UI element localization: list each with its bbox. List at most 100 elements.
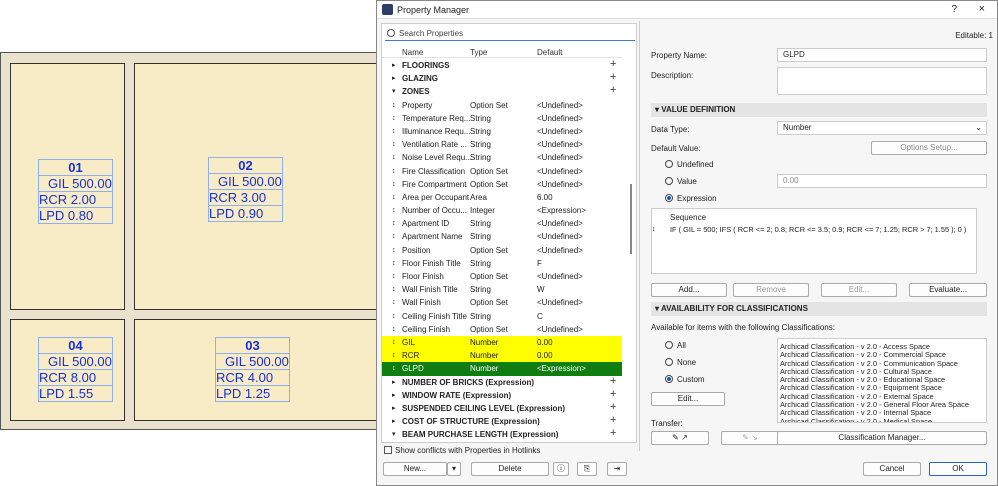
radio-circle[interactable] [665, 375, 673, 383]
property-name-field[interactable]: GLPD [777, 48, 987, 62]
property-row[interactable]: ↕ Fire Compartment Option Set <Undefined> [382, 178, 622, 191]
property-row[interactable]: ↕ Ventilation Rate ... String <Undefined> [382, 138, 622, 151]
drag-handle-icon[interactable]: ↕ [392, 310, 396, 323]
scrollbar[interactable] [626, 46, 636, 441]
data-type-select[interactable]: Number ⌄ [777, 121, 987, 135]
expand-arrow-icon[interactable]: ▸ [392, 389, 396, 402]
add-property-icon[interactable]: + [610, 84, 616, 97]
drag-handle-icon[interactable]: ↕ [392, 283, 396, 296]
edit-button[interactable]: Edit... [821, 283, 897, 297]
drag-handle-icon[interactable]: ↕ [392, 151, 396, 164]
new-dropdown-icon[interactable]: ▾ [447, 462, 461, 476]
drag-handle-icon[interactable]: ↕ [392, 362, 396, 375]
drag-handle-icon[interactable]: ↕ [392, 349, 396, 362]
add-property-icon[interactable]: + [610, 427, 616, 440]
add-property-icon[interactable]: + [610, 375, 616, 388]
drag-handle-icon[interactable]: ↕ [392, 191, 396, 204]
drag-handle-icon[interactable]: ↕ [392, 138, 396, 151]
group-row[interactable]: ▸ SUSPENDED CEILING LEVEL (Expression) + [382, 401, 622, 415]
group-row[interactable]: ▸ NUMBER OF BRICKS (Expression) + [382, 375, 622, 389]
property-row[interactable]: ↕ Ceiling Finish Option Set <Undefined> [382, 323, 622, 336]
show-conflicts-checkbox[interactable]: Show conflicts with Properties in Hotlin… [384, 446, 540, 455]
availability-header[interactable]: ▾ AVAILABILITY FOR CLASSIFICATIONS [651, 302, 987, 316]
group-row[interactable]: ▾ ZONES + [382, 84, 622, 98]
property-row[interactable]: ↕ Position Option Set <Undefined> [382, 244, 622, 257]
property-row[interactable]: ↕ Wall Finish Title String W [382, 283, 622, 296]
drag-handle-icon[interactable]: ↕ [392, 230, 396, 243]
drag-handle-icon[interactable]: ↕ [392, 112, 396, 125]
property-row[interactable]: ↕ Ceiling Finish Title String C [382, 310, 622, 323]
group-row[interactable]: ▸ GLAZING + [382, 71, 622, 85]
group-row[interactable]: ▸ WINDOW RATE (Expression) + [382, 388, 622, 402]
col-type[interactable]: Type [470, 48, 487, 57]
radio-circle[interactable] [665, 160, 673, 168]
col-default[interactable]: Default [537, 48, 562, 57]
value-radio[interactable]: Value [665, 177, 697, 186]
expand-arrow-icon[interactable]: ▸ [392, 72, 396, 85]
group-row[interactable]: ▸ COST OF STRUCTURE (Expression) + [382, 414, 622, 428]
property-row[interactable]: ↕ Illuminance Requ... String <Undefined> [382, 125, 622, 138]
add-property-icon[interactable]: + [610, 71, 616, 84]
drag-handle-icon[interactable]: ↕ [652, 224, 656, 236]
drag-handle-icon[interactable]: ↕ [392, 204, 396, 217]
expression-box[interactable]: Sequence ↕ IF ( GIL = 500; IFS ( RCR <= … [651, 208, 977, 274]
radio-circle[interactable] [665, 177, 673, 185]
search-input[interactable]: Search Properties [385, 27, 635, 41]
collapse-arrow-icon[interactable]: ▾ [392, 85, 396, 98]
property-row[interactable]: ↕ Floor Finish Option Set <Undefined> [382, 270, 622, 283]
expression-radio[interactable]: Expression [665, 194, 717, 203]
checkbox-box[interactable] [384, 446, 392, 454]
add-property-icon[interactable]: + [610, 414, 616, 427]
classification-edit-button[interactable]: Edit... [651, 392, 725, 406]
options-setup-button[interactable]: Options Setup... [871, 141, 987, 155]
value-definition-header[interactable]: ▾ VALUE DEFINITION [651, 103, 987, 117]
all-radio[interactable]: All [665, 341, 686, 350]
property-row[interactable]: ↕ GLPD Number <Expression> [382, 362, 622, 376]
property-row[interactable]: ↕ Floor Finish Title String F [382, 257, 622, 270]
drag-handle-icon[interactable]: ↕ [392, 99, 396, 112]
radio-circle[interactable] [665, 194, 673, 202]
property-row[interactable]: ↕ Wall Finish Option Set <Undefined> [382, 296, 622, 309]
classification-manager-button[interactable]: Classification Manager... [777, 431, 987, 445]
custom-radio[interactable]: Custom [665, 375, 705, 384]
expand-arrow-icon[interactable]: ▸ [392, 402, 396, 415]
zone-stamp-03[interactable]: 03 GIL 500.00 RCR 4.00 LPD 1.25 [215, 337, 290, 402]
zone-stamp-01[interactable]: 01 GIL 500.00 RCR 2.00 LPD 0.80 [38, 159, 113, 224]
info-icon[interactable]: ⓘ [553, 462, 569, 476]
description-field[interactable] [777, 67, 987, 95]
transfer-pick-icon[interactable]: ✎ ↗ [651, 431, 709, 445]
none-radio[interactable]: None [665, 358, 696, 367]
group-row[interactable]: ▸ FLOORINGS + [382, 58, 622, 72]
drag-handle-icon[interactable]: ↕ [392, 217, 396, 230]
drag-handle-icon[interactable]: ↕ [392, 296, 396, 309]
transfer-inject-icon[interactable]: ✎ ↘ [721, 431, 779, 445]
property-row[interactable]: ↕ Number of Occu... Integer <Expression> [382, 204, 622, 217]
value-field[interactable]: 0.00 [777, 174, 987, 188]
drag-handle-icon[interactable]: ↕ [392, 257, 396, 270]
evaluate-button[interactable]: Evaluate... [909, 283, 987, 297]
expression-text[interactable]: IF ( GIL = 500; IFS ( RCR <= 2; 0.8; RCR… [670, 224, 966, 236]
expand-arrow-icon[interactable]: ▸ [392, 59, 396, 72]
property-row[interactable]: ↕ RCR Number 0.00 [382, 349, 622, 363]
add-property-icon[interactable]: + [610, 388, 616, 401]
collapse-arrow-icon[interactable]: ▾ [392, 428, 396, 441]
drag-handle-icon[interactable]: ↕ [392, 336, 396, 349]
drag-handle-icon[interactable]: ↕ [392, 270, 396, 283]
add-button[interactable]: Add... [651, 283, 727, 297]
drag-handle-icon[interactable]: ↕ [392, 125, 396, 138]
import-icon[interactable]: ⎘ [577, 462, 597, 476]
property-row[interactable]: ↕ GIL Number 0.00 [382, 335, 622, 350]
cancel-button[interactable]: Cancel [863, 462, 921, 476]
scrollbar-thumb[interactable] [630, 184, 632, 254]
zone-stamp-02[interactable]: 02 GIL 500.00 RCR 3.00 LPD 0.90 [208, 157, 283, 222]
add-property-icon[interactable]: + [610, 58, 616, 71]
title-bar[interactable]: Property Manager ? × [377, 1, 997, 19]
drag-handle-icon[interactable]: ↕ [392, 165, 396, 178]
property-row[interactable]: ↕ Temperature Req... String <Undefined> [382, 112, 622, 125]
group-row[interactable]: ▾ BEAM PURCHASE LENGTH (Expression) + [382, 427, 622, 441]
property-row[interactable]: ↕ Noise Level Requ... String <Undefined> [382, 151, 622, 164]
drag-handle-icon[interactable]: ↕ [392, 178, 396, 191]
classification-list[interactable]: Archicad Classification - v 2.0 - Access… [777, 338, 987, 423]
ok-button[interactable]: OK [929, 462, 987, 476]
zone-stamp-04[interactable]: 04 GIL 500.00 RCR 8.00 LPD 1.55 [38, 337, 113, 402]
